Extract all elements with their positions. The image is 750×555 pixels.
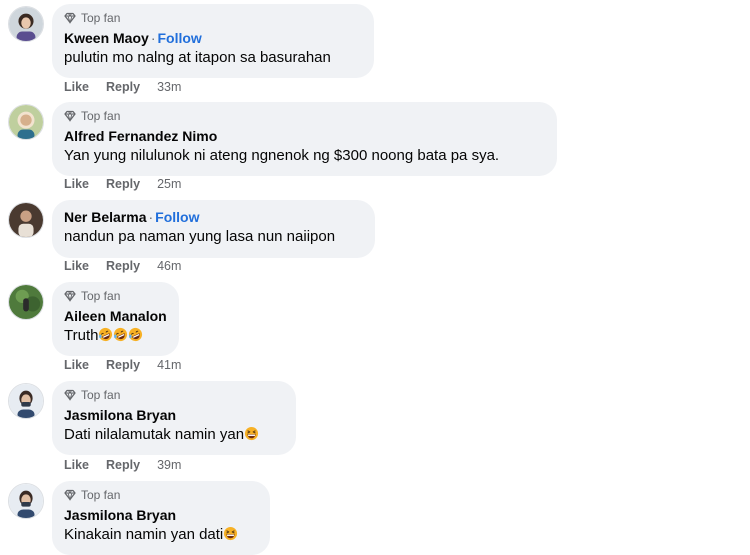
comment-actions: Like Reply 46m xyxy=(64,258,181,274)
comment-text: pulutin mo nalng at itapon sa basurahan xyxy=(64,49,331,66)
rolling-laughing-emoji xyxy=(98,327,113,342)
reply-button[interactable]: Reply xyxy=(106,80,140,94)
avatar[interactable] xyxy=(8,483,44,519)
comment-timestamp[interactable]: 33m xyxy=(157,80,181,94)
comment-actions: Like Reply 39m xyxy=(64,457,181,473)
badge-label: Top fan xyxy=(81,109,121,123)
diamond-icon xyxy=(64,110,76,122)
comment-bubble: Top fan Aileen Manalon Truth xyxy=(52,282,179,356)
like-button[interactable]: Like xyxy=(64,259,89,273)
commenter-name[interactable]: Alfred Fernandez Nimo xyxy=(64,128,217,144)
comment-bubble: Top fan Alfred Fernandez Nimo Yan yung n… xyxy=(52,102,557,176)
grinning-squinting-emoji xyxy=(223,526,238,541)
comment-text-value: Truth xyxy=(64,327,99,344)
like-button[interactable]: Like xyxy=(64,458,89,472)
diamond-icon xyxy=(64,489,76,501)
reply-button[interactable]: Reply xyxy=(106,259,140,273)
comment-text: Dati nilalamutak namin yan xyxy=(64,425,284,445)
comment-timestamp[interactable]: 39m xyxy=(157,458,181,472)
commenter-name[interactable]: Jasmilona Bryan xyxy=(64,507,176,523)
comment-actions: Like Reply 25m xyxy=(64,176,181,192)
avatar[interactable] xyxy=(8,202,44,238)
like-button[interactable]: Like xyxy=(64,80,89,94)
comment-bubble: Top fan Kween Maoy · Follow pulutin mo nal… xyxy=(52,4,374,78)
comment-bubble: Top fan Jasmilona Bryan Dati nilalamutak… xyxy=(52,381,296,455)
badge-label: Top fan xyxy=(81,11,121,25)
top-fan-badge: Top fan xyxy=(64,387,284,403)
top-fan-badge: Top fan xyxy=(64,108,545,124)
follow-button[interactable]: Follow xyxy=(157,30,201,46)
comment-timestamp[interactable]: 46m xyxy=(157,259,181,273)
follow-button[interactable]: Follow xyxy=(155,209,199,225)
comment-text: Kinakain namin yan dati xyxy=(64,525,258,545)
follow-separator: · xyxy=(148,209,154,225)
reply-button[interactable]: Reply xyxy=(106,458,140,472)
comment-timestamp[interactable]: 25m xyxy=(157,177,181,191)
comment-text: Yan yung nilulunok ni ateng ngnenok ng $… xyxy=(64,147,500,164)
like-button[interactable]: Like xyxy=(64,358,89,372)
comment-text: Truth xyxy=(64,326,167,346)
badge-label: Top fan xyxy=(81,388,121,402)
commenter-name[interactable]: Ner Belarma xyxy=(64,209,147,225)
diamond-icon xyxy=(64,290,76,302)
commenter-name[interactable]: Kween Maoy xyxy=(64,30,149,46)
grinning-squinting-emoji xyxy=(244,426,259,441)
comment-text: nandun pa naman yung lasa nun naiipon xyxy=(64,228,336,245)
comment-bubble: Top fan Jasmilona Bryan Kinakain namin y… xyxy=(52,481,270,555)
top-fan-badge: Top fan xyxy=(64,10,362,26)
badge-label: Top fan xyxy=(81,488,121,502)
avatar[interactable] xyxy=(8,284,44,320)
badge-label: Top fan xyxy=(81,289,121,303)
diamond-icon xyxy=(64,12,76,24)
like-button[interactable]: Like xyxy=(64,177,89,191)
comment-text-value: Kinakain namin yan dati xyxy=(64,526,224,543)
avatar[interactable] xyxy=(8,104,44,140)
diamond-icon xyxy=(64,389,76,401)
reply-button[interactable]: Reply xyxy=(106,177,140,191)
rolling-laughing-emoji xyxy=(113,327,128,342)
comment-actions: Like Reply 41m xyxy=(64,357,181,373)
avatar[interactable] xyxy=(8,6,44,42)
top-fan-badge: Top fan xyxy=(64,288,167,304)
follow-separator: · xyxy=(150,30,156,46)
commenter-name[interactable]: Aileen Manalon xyxy=(64,308,167,324)
avatar[interactable] xyxy=(8,383,44,419)
reply-button[interactable]: Reply xyxy=(106,358,140,372)
top-fan-badge: Top fan xyxy=(64,487,258,503)
commenter-name[interactable]: Jasmilona Bryan xyxy=(64,407,176,423)
comment-actions: Like Reply 33m xyxy=(64,79,181,95)
comment-text-value: Dati nilalamutak namin yan xyxy=(64,426,245,443)
comment-bubble: Ner Belarma · Follow nandun pa naman yung … xyxy=(52,200,375,258)
rolling-laughing-emoji xyxy=(128,327,143,342)
comment-timestamp[interactable]: 41m xyxy=(157,358,181,372)
